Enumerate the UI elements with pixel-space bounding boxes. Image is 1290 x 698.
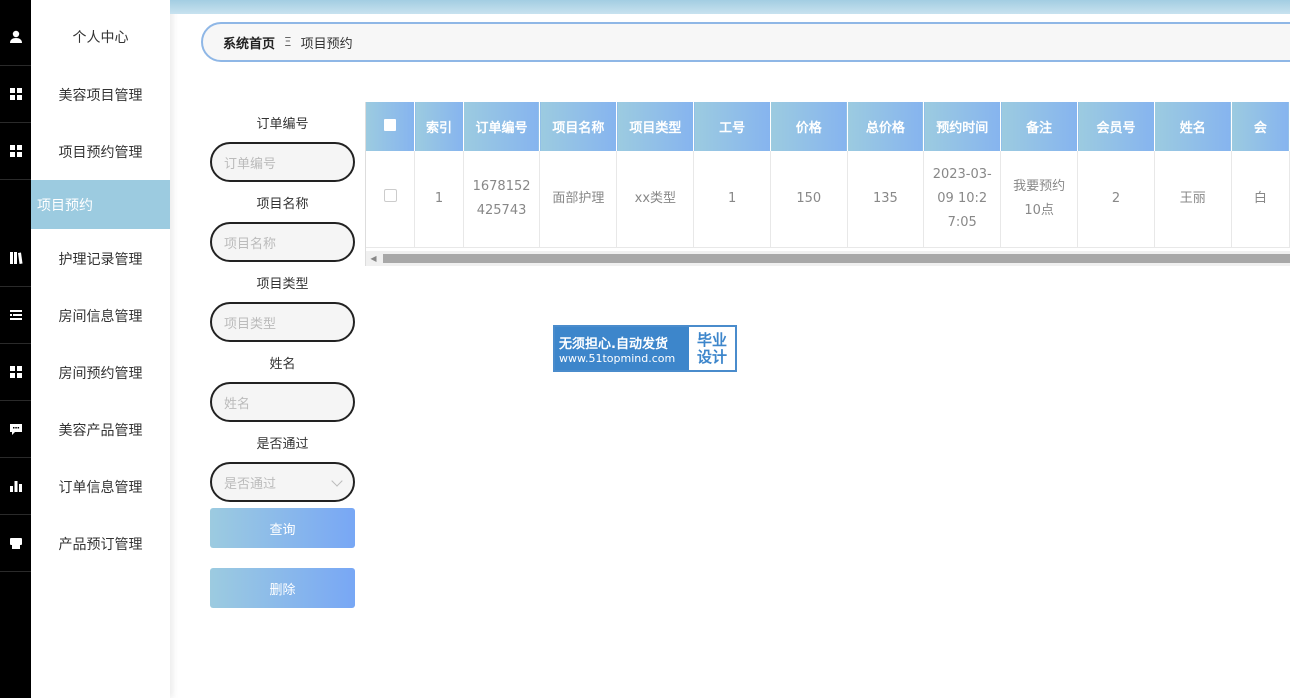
scroll-left-icon[interactable]: ◀ — [366, 251, 381, 266]
breadcrumb-separator: Ξ — [284, 35, 292, 49]
printer-icon[interactable] — [0, 515, 31, 572]
sidebar-item-profile[interactable]: 个人中心 — [31, 8, 170, 65]
watermark-line1: 无须担心.自动发货 — [559, 336, 668, 352]
table-cell: 面部护理 — [539, 151, 618, 248]
table-cell: 1 — [414, 151, 464, 248]
table-cell: 1 — [693, 151, 771, 248]
order-no-input[interactable]: 订单编号 — [210, 142, 355, 182]
watermark-right1: 毕业 — [696, 330, 727, 349]
table-cell: xx类型 — [616, 151, 695, 248]
row-checkbox[interactable] — [383, 188, 397, 202]
column-header: 项目类型 — [616, 102, 695, 151]
chat-icon[interactable] — [0, 401, 31, 458]
column-header: 订单编号 — [463, 102, 541, 151]
select-all-checkbox[interactable] — [384, 118, 397, 131]
sidebar-item-product-orders[interactable]: 产品预订管理 — [31, 515, 170, 572]
sidebar-subitem-project-booking[interactable]: 项目预约 — [31, 180, 170, 229]
sidebar-item-beauty-products[interactable]: 美容产品管理 — [31, 401, 170, 458]
book-icon[interactable] — [0, 230, 31, 287]
table-row[interactable]: 1 1678152425743 面部护理 xx类型 1 150 135 2023… — [366, 151, 1290, 248]
table-cell: 白 — [1231, 151, 1290, 248]
select-all-checkbox-cell[interactable] — [366, 102, 416, 151]
column-header: 项目名称 — [539, 102, 618, 151]
sidebar-menu: 个人中心 美容项目管理 项目预约管理 项目预约 护理记录管理 房间信息管理 房间… — [31, 0, 170, 698]
approved-label: 是否通过 — [256, 437, 309, 452]
watermark-logo: 无须担心.自动发货 www.51topmind.com 毕业 设计 — [553, 325, 737, 372]
approved-select-value: 是否通过 — [224, 476, 277, 492]
project-name-input[interactable]: 项目名称 — [210, 222, 355, 262]
order-no-label: 订单编号 — [256, 117, 309, 132]
table-cell: 150 — [770, 151, 848, 248]
list-icon[interactable] — [0, 287, 31, 344]
sidebar-item-room-booking[interactable]: 房间预约管理 — [31, 344, 170, 401]
table-cell: 2023-03-09 10:27:05 — [923, 151, 1002, 248]
sidebar-item-order-info[interactable]: 订单信息管理 — [31, 458, 170, 515]
watermark-url: www.51topmind.com — [559, 351, 676, 365]
scrollbar-thumb[interactable] — [383, 254, 1290, 263]
table-cell: 135 — [847, 151, 925, 248]
breadcrumb-home[interactable]: 系统首页 — [223, 33, 275, 52]
sidebar-item-care-records[interactable]: 护理记录管理 — [31, 230, 170, 287]
breadcrumb-current: 项目预约 — [300, 36, 353, 52]
project-name-label: 项目名称 — [256, 197, 309, 212]
column-header: 工号 — [693, 102, 771, 151]
sidebar-icon-strip — [0, 0, 31, 698]
column-header: 会 — [1231, 102, 1290, 151]
data-table: 索引 订单编号 项目名称 项目类型 工号 价格 总价格 预约时间 备注 会员号 … — [366, 102, 1290, 248]
bar-chart-icon[interactable] — [0, 458, 31, 515]
project-type-input[interactable]: 项目类型 — [210, 302, 355, 342]
table-cell: 2 — [1077, 151, 1155, 248]
top-header-bar — [170, 0, 1290, 14]
data-table-container: 索引 订单编号 项目名称 项目类型 工号 价格 总价格 预约时间 备注 会员号 … — [365, 102, 1290, 266]
sidebar-item-project-booking[interactable]: 项目预约管理 — [31, 123, 170, 180]
column-header: 总价格 — [847, 102, 925, 151]
grid-icon[interactable] — [0, 344, 31, 401]
table-cell: 1678152425743 — [463, 151, 541, 248]
column-header: 姓名 — [1154, 102, 1232, 151]
table-header-row: 索引 订单编号 项目名称 项目类型 工号 价格 总价格 预约时间 备注 会员号 … — [366, 102, 1290, 151]
query-button[interactable]: 查询 — [210, 508, 355, 548]
row-checkbox-cell[interactable] — [366, 151, 416, 248]
user-icon[interactable] — [0, 8, 31, 66]
column-header: 预约时间 — [923, 102, 1002, 151]
sidebar-item-beauty-projects[interactable]: 美容项目管理 — [31, 66, 170, 123]
approved-select[interactable]: 是否通过 — [210, 462, 355, 502]
name-input[interactable]: 姓名 — [210, 382, 355, 422]
grid-icon[interactable] — [0, 123, 31, 180]
name-label: 姓名 — [269, 357, 296, 372]
chevron-down-icon — [331, 475, 343, 487]
project-type-label: 项目类型 — [256, 277, 309, 292]
column-header: 索引 — [414, 102, 464, 151]
delete-button[interactable]: 删除 — [210, 568, 355, 608]
table-cell: 我要预约10点 — [1000, 151, 1079, 248]
column-header: 价格 — [770, 102, 848, 151]
column-header: 备注 — [1000, 102, 1079, 151]
sidebar-item-room-info[interactable]: 房间信息管理 — [31, 287, 170, 344]
breadcrumb: 系统首页 Ξ 项目预约 — [201, 22, 1290, 62]
horizontal-scrollbar[interactable]: ◀ — [366, 251, 1290, 266]
watermark-right2: 设计 — [696, 347, 727, 366]
grid-icon[interactable] — [0, 66, 31, 123]
table-cell: 王丽 — [1154, 151, 1232, 248]
column-header: 会员号 — [1077, 102, 1155, 151]
